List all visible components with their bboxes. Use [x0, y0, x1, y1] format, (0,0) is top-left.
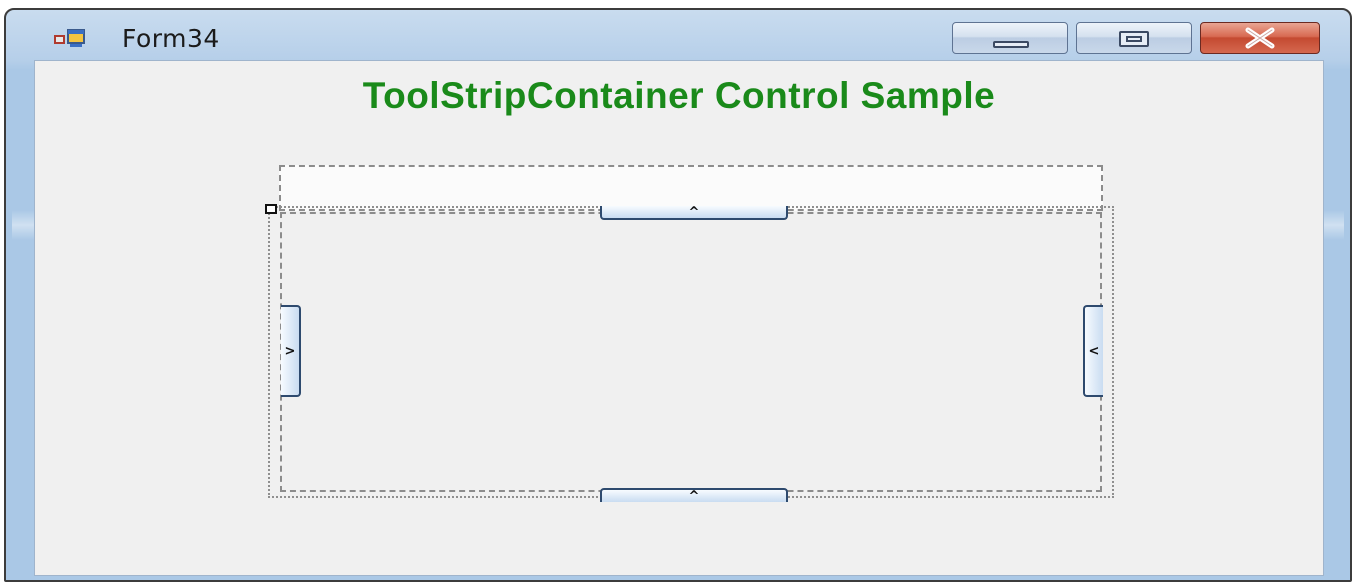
chevron-left-icon: < — [1088, 343, 1100, 359]
left-panel-expand-tab[interactable]: > — [281, 305, 301, 397]
close-icon — [1201, 23, 1319, 53]
bottom-panel-expand-tab[interactable]: ^ — [600, 488, 788, 504]
selection-grab-handle[interactable] — [265, 204, 277, 214]
form-heading-label: ToolStripContainer Control Sample — [362, 75, 996, 116]
maximize-button[interactable] — [1076, 22, 1192, 54]
window-title: Form34 — [122, 24, 220, 53]
right-panel-expand-tab[interactable]: < — [1083, 305, 1103, 397]
maximize-icon — [1119, 31, 1149, 47]
chevron-up-icon: ^ — [688, 204, 700, 220]
form-window: Form34 ToolStripContainer Control Sample… — [4, 8, 1352, 582]
minimize-icon — [993, 41, 1029, 48]
toolstrip-content-panel[interactable] — [280, 212, 1102, 492]
top-panel-expand-tab[interactable]: ^ — [600, 206, 788, 220]
title-bar[interactable]: Form34 — [6, 10, 1350, 62]
minimize-button[interactable] — [952, 22, 1068, 54]
chevron-up-icon: ^ — [688, 488, 700, 504]
close-button[interactable] — [1200, 22, 1320, 54]
form-client-area: ToolStripContainer Control Sample ^ ^ > … — [34, 60, 1324, 576]
form-app-icon[interactable] — [54, 28, 88, 48]
chevron-right-icon: > — [284, 343, 296, 359]
toolstrip-container[interactable] — [268, 206, 1114, 498]
